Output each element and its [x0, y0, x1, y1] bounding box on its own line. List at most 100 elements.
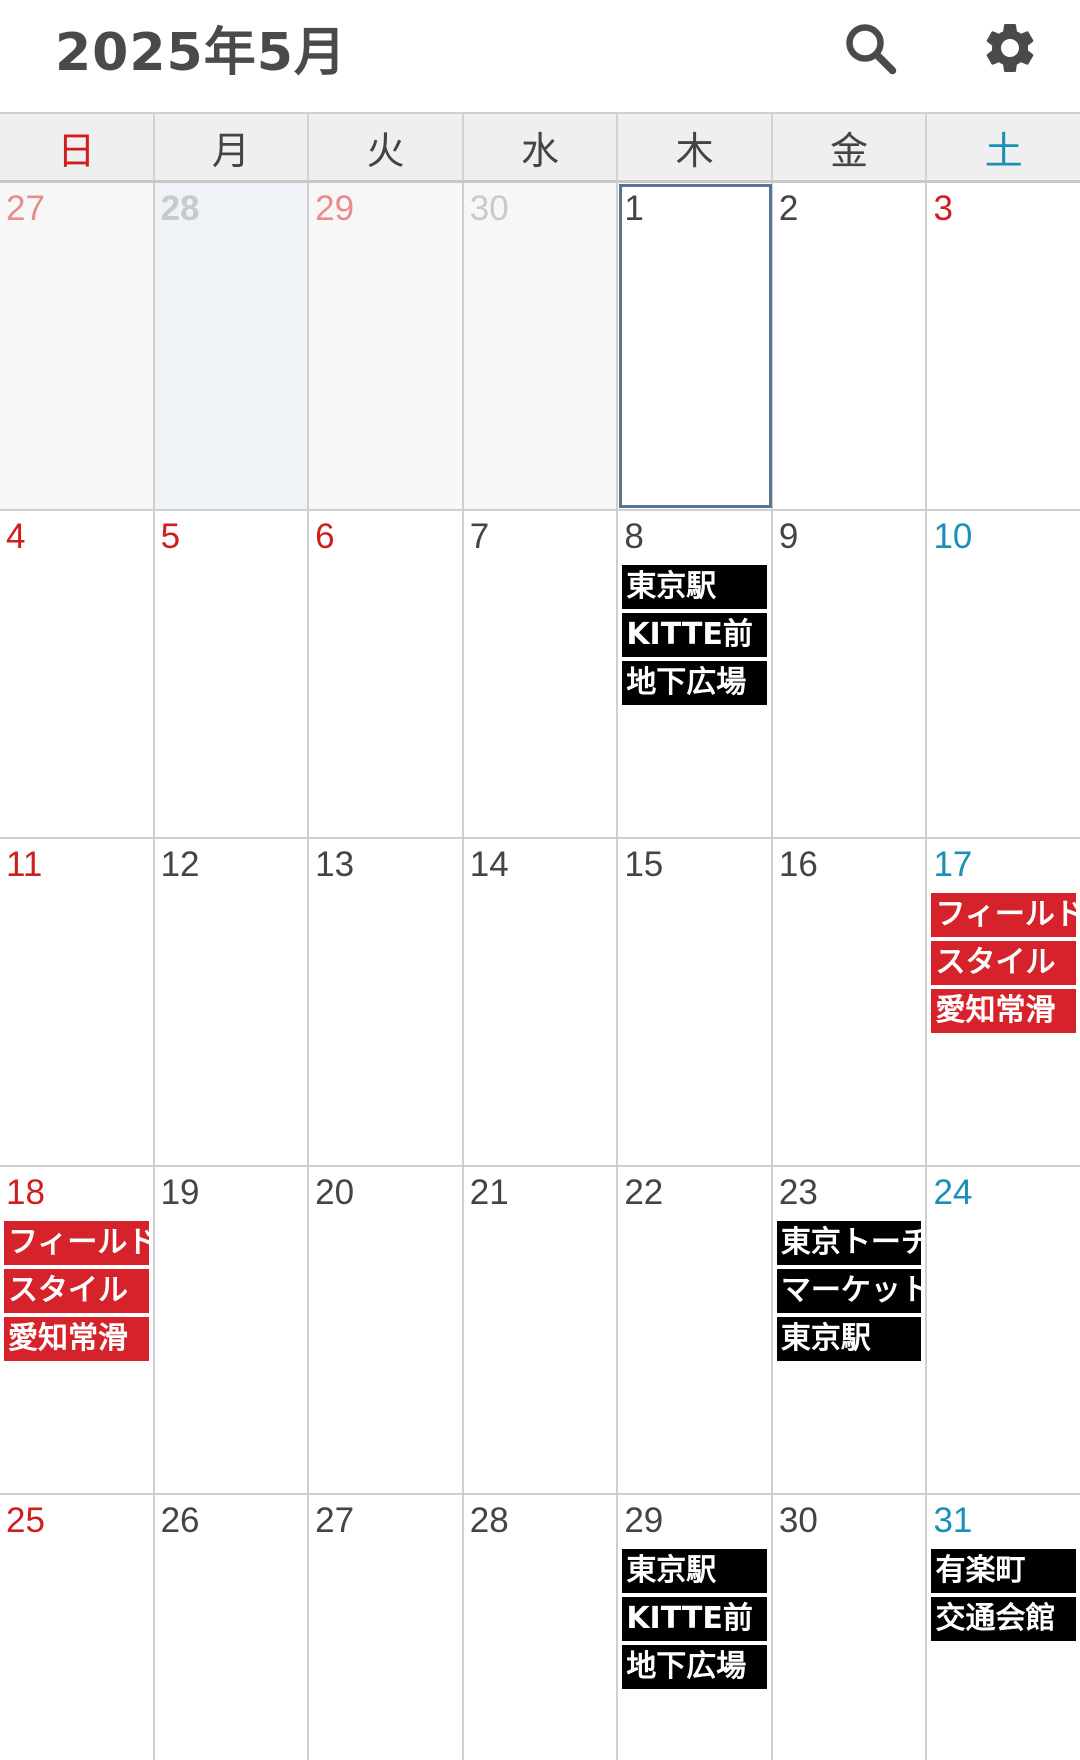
event-chip[interactable]: フィールド	[931, 893, 1077, 937]
event-chip[interactable]: 地下広場	[622, 661, 767, 705]
day-cell[interactable]: 8 東京駅 KITTE前 地下広場	[618, 511, 773, 837]
day-cell[interactable]: 17 フィールド スタイル 愛知常滑	[927, 839, 1080, 1165]
day-number: 14	[469, 845, 509, 884]
day-number: 31	[933, 1501, 973, 1540]
event-chip[interactable]: スタイル	[931, 941, 1077, 985]
event-chip[interactable]: 東京駅	[622, 1549, 767, 1593]
event-chip[interactable]: KITTE前	[622, 1597, 767, 1641]
week-row: 27 28 29 30 1 2 3	[0, 183, 1080, 511]
day-cell[interactable]: 21	[463, 1167, 619, 1493]
event-list: フィールド スタイル 愛知常滑	[4, 1221, 149, 1365]
day-number: 19	[160, 1173, 200, 1212]
event-list: 東京駅 KITTE前 地下広場	[622, 1549, 767, 1693]
calendar-grid: 27 28 29 30 1 2 3 4 5 6 7 8 東京駅 KITTE前 地…	[0, 183, 1080, 1760]
day-number: 27	[6, 189, 45, 228]
day-number: 1	[624, 189, 644, 228]
day-cell[interactable]: 6	[309, 511, 464, 837]
day-number: 5	[160, 517, 181, 556]
event-list: 東京駅 KITTE前 地下広場	[622, 565, 767, 709]
week-row: 11 12 13 14 15 16 17 フィールド スタイル 愛知常滑	[0, 839, 1080, 1167]
day-number: 28	[160, 189, 200, 228]
day-cell[interactable]: 19	[154, 1167, 310, 1493]
week-row: 4 5 6 7 8 東京駅 KITTE前 地下広場 9 10	[0, 511, 1080, 839]
day-cell[interactable]: 30	[772, 1495, 928, 1760]
day-number: 28	[469, 1501, 509, 1540]
event-chip[interactable]: 愛知常滑	[4, 1317, 149, 1361]
event-chip[interactable]: 有楽町	[931, 1549, 1077, 1593]
event-list: 有楽町 交通会館	[931, 1549, 1077, 1645]
day-cell[interactable]: 22	[618, 1167, 773, 1493]
day-cell[interactable]: 28	[463, 1495, 619, 1760]
day-number: 22	[624, 1173, 664, 1212]
search-icon[interactable]	[838, 16, 902, 80]
day-cell[interactable]: 15	[618, 839, 773, 1165]
day-number: 16	[778, 845, 818, 884]
day-cell[interactable]: 29 東京駅 KITTE前 地下広場	[618, 1495, 773, 1760]
event-chip[interactable]: 交通会館	[931, 1597, 1077, 1641]
day-cell[interactable]: 3	[927, 183, 1080, 509]
day-number: 8	[624, 517, 644, 556]
week-row: 18 フィールド スタイル 愛知常滑 19 20 21 22 23 東京トーチ …	[0, 1167, 1080, 1495]
day-cell[interactable]: 9	[772, 511, 928, 837]
day-cell[interactable]: 31 有楽町 交通会館	[927, 1495, 1080, 1760]
event-chip[interactable]: スタイル	[4, 1269, 149, 1313]
event-chip[interactable]: KITTE前	[622, 613, 767, 657]
day-cell[interactable]: 13	[309, 839, 464, 1165]
day-number: 10	[933, 517, 973, 556]
weekday-thursday: 木	[618, 114, 773, 180]
day-cell[interactable]: 7	[463, 511, 619, 837]
weekday-header: 日 月 火 水 木 金 土	[0, 112, 1080, 183]
day-cell[interactable]: 12	[154, 839, 310, 1165]
day-number: 4	[6, 517, 26, 556]
weekday-wednesday: 水	[464, 114, 619, 180]
day-cell[interactable]: 2	[772, 183, 928, 509]
day-cell[interactable]: 14	[463, 839, 619, 1165]
day-cell[interactable]: 27	[309, 1495, 464, 1760]
day-number: 20	[315, 1173, 355, 1212]
weekday-saturday: 土	[984, 128, 1023, 173]
day-cell[interactable]: 29	[309, 183, 464, 509]
event-list: 東京トーチ マーケット 東京駅	[776, 1221, 922, 1365]
day-cell[interactable]: 20	[309, 1167, 464, 1493]
day-cell[interactable]: 18 フィールド スタイル 愛知常滑	[0, 1167, 155, 1493]
day-cell[interactable]: 23 東京トーチ マーケット 東京駅	[772, 1167, 928, 1493]
day-number: 29	[624, 1501, 664, 1540]
day-cell[interactable]: 28	[154, 183, 310, 509]
day-cell-today[interactable]: 1	[618, 183, 773, 509]
day-cell[interactable]: 16	[772, 839, 928, 1165]
day-cell[interactable]: 10	[927, 511, 1080, 837]
gear-icon[interactable]	[978, 16, 1042, 80]
day-cell[interactable]: 30	[463, 183, 619, 509]
day-number: 29	[315, 189, 355, 228]
day-number: 2	[778, 189, 799, 228]
app-header: 2025年5月	[0, 0, 1080, 112]
week-row: 25 26 27 28 29 東京駅 KITTE前 地下広場 30 31 有楽町…	[0, 1495, 1080, 1760]
day-cell[interactable]: 24	[927, 1167, 1080, 1493]
event-chip[interactable]: 東京駅	[622, 565, 767, 609]
event-chip[interactable]: 東京トーチ	[776, 1221, 922, 1265]
weekday-tuesday: 火	[309, 114, 464, 180]
day-cell[interactable]: 26	[154, 1495, 310, 1760]
day-cell[interactable]: 27	[0, 183, 155, 509]
day-number: 15	[624, 845, 664, 884]
event-chip[interactable]: 東京駅	[776, 1317, 922, 1361]
day-number: 11	[6, 845, 43, 884]
day-number: 13	[315, 845, 355, 884]
day-number: 9	[778, 517, 799, 556]
day-cell[interactable]: 25	[0, 1495, 155, 1760]
day-number: 21	[469, 1173, 509, 1212]
day-number: 27	[315, 1501, 355, 1540]
day-number: 24	[933, 1173, 973, 1212]
event-chip[interactable]: 地下広場	[622, 1645, 767, 1689]
event-chip[interactable]: 愛知常滑	[931, 989, 1077, 1033]
event-chip[interactable]: マーケット	[776, 1269, 922, 1313]
weekday-monday: 月	[155, 114, 310, 180]
month-title[interactable]: 2025年5月	[55, 18, 347, 88]
day-cell[interactable]: 11	[0, 839, 155, 1165]
day-number: 30	[778, 1501, 818, 1540]
day-cell[interactable]: 5	[154, 511, 310, 837]
day-cell[interactable]: 4	[0, 511, 155, 837]
event-chip[interactable]: フィールド	[4, 1221, 149, 1265]
day-number: 30	[469, 189, 509, 228]
day-number: 7	[469, 517, 490, 556]
